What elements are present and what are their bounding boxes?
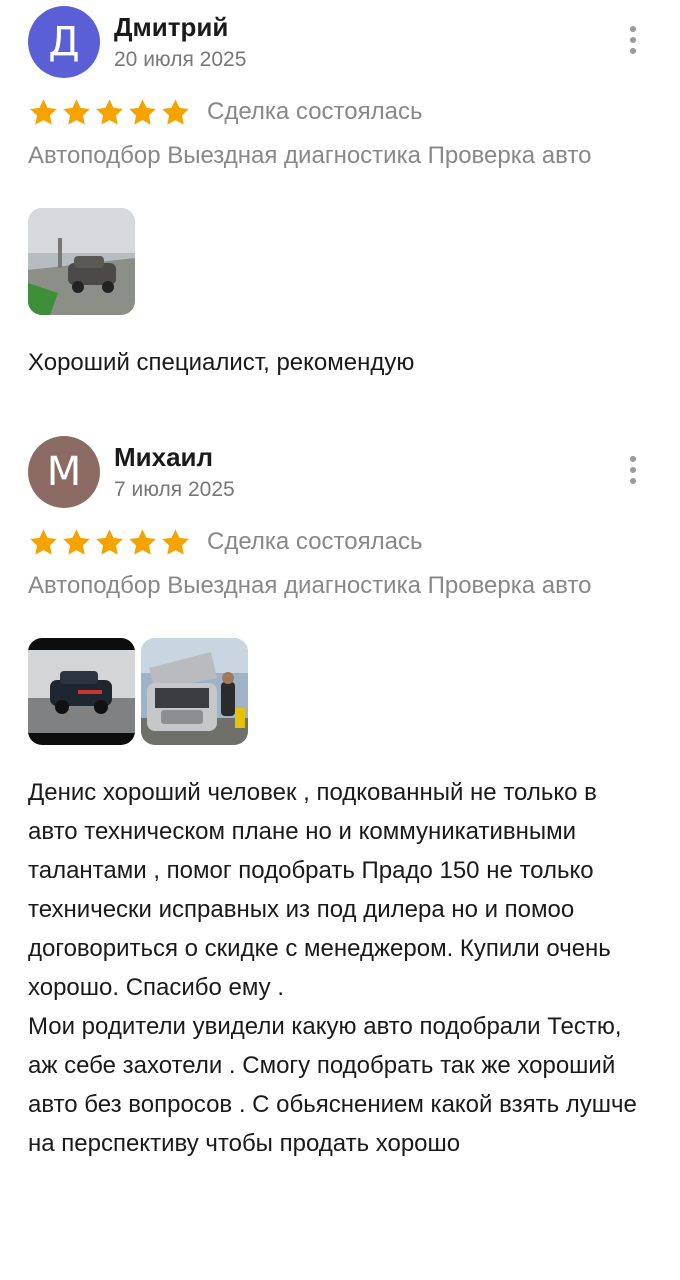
star-icon: [63, 528, 90, 555]
star-icon: [162, 98, 189, 125]
service-tags: Автоподбор Выездная диагностика Проверка…: [28, 572, 592, 599]
review-text: Хороший специалист, рекомендую: [28, 349, 415, 376]
star-icon: [30, 528, 57, 555]
review-date: 20 июля 2025: [114, 48, 247, 71]
star-icon: [129, 528, 156, 555]
review-card: М Михаил 7 июля 2025 Сделка состоялась А…: [0, 430, 680, 1280]
rating-row: Сделка состоялась: [28, 522, 652, 562]
star-icon: [96, 98, 123, 125]
avatar[interactable]: М: [28, 436, 100, 508]
review-photo[interactable]: [28, 638, 135, 745]
deal-status: Сделка состоялась: [207, 528, 423, 555]
review-photo[interactable]: [28, 208, 135, 315]
star-rating: [28, 97, 191, 128]
reviewer-name[interactable]: Дмитрий: [114, 12, 228, 43]
avatar[interactable]: Д: [28, 6, 100, 78]
star-icon: [63, 98, 90, 125]
more-vertical-icon[interactable]: [628, 456, 638, 492]
service-tags: Автоподбор Выездная диагностика Проверка…: [28, 142, 592, 169]
review-photo[interactable]: [141, 638, 248, 745]
star-icon: [96, 528, 123, 555]
review-header: М Михаил 7 июля 2025: [28, 430, 652, 522]
more-vertical-icon[interactable]: [628, 26, 638, 62]
review-card: Д Дмитрий 20 июля 2025 Сделка состоялась…: [0, 0, 680, 430]
star-icon: [30, 98, 57, 125]
rating-row: Сделка состоялась: [28, 92, 652, 132]
star-rating: [28, 527, 191, 558]
review-photos: [28, 208, 652, 315]
star-icon: [129, 98, 156, 125]
reviewer-name[interactable]: Михаил: [114, 442, 213, 473]
review-text: Денис хороший человек , подкованный не т…: [28, 779, 637, 1157]
review-header: Д Дмитрий 20 июля 2025: [28, 0, 652, 92]
review-photos: [28, 638, 652, 745]
review-date: 7 июля 2025: [114, 478, 235, 501]
star-icon: [162, 528, 189, 555]
deal-status: Сделка состоялась: [207, 98, 423, 125]
